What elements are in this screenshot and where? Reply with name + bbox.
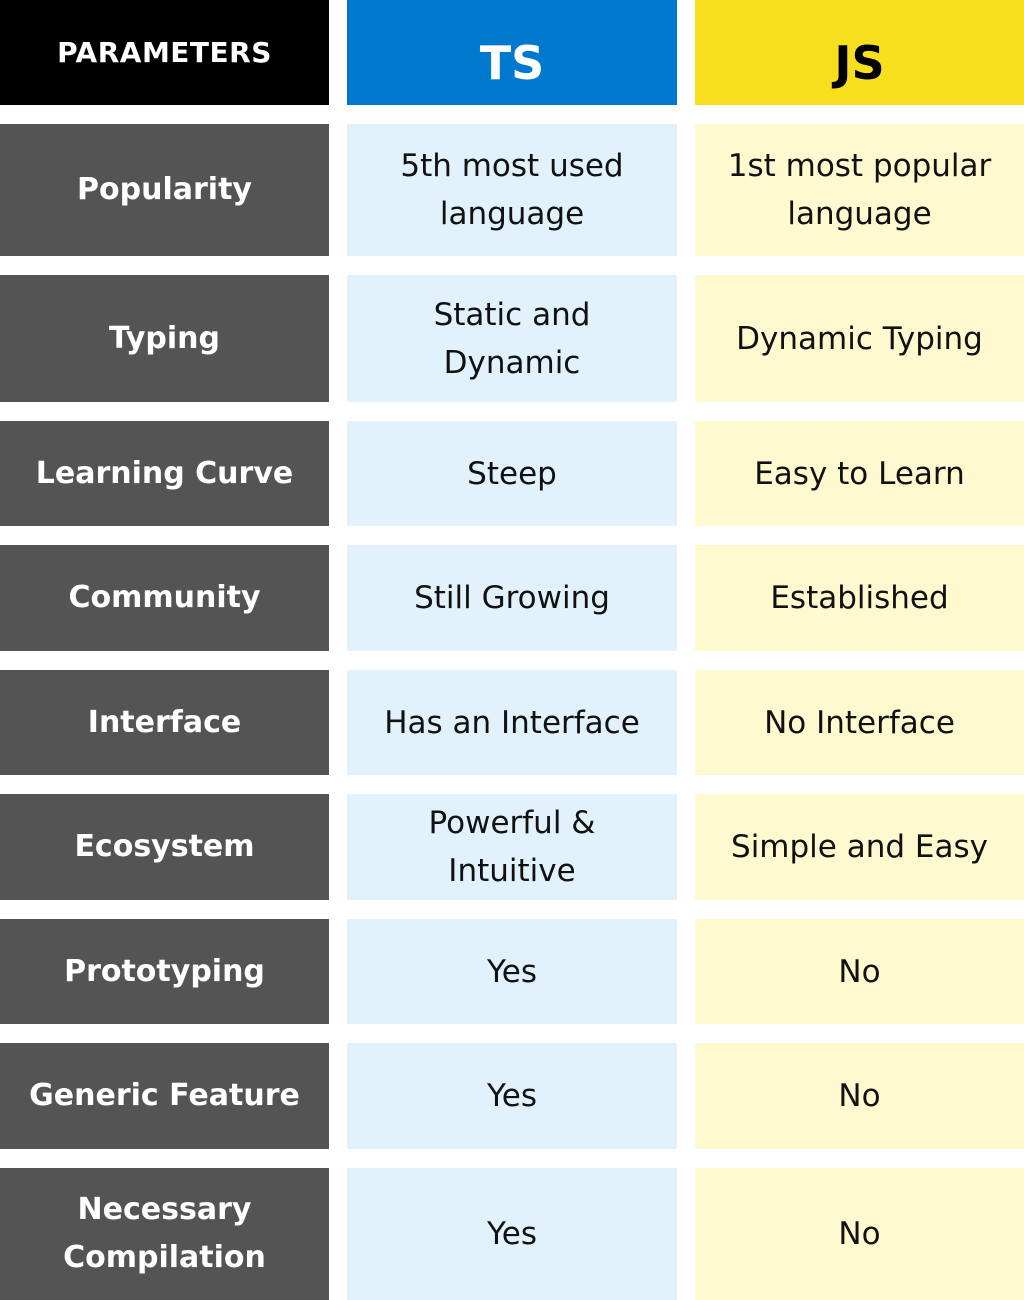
ts-cell: Steep bbox=[347, 421, 677, 526]
ts-cell: Still Growing bbox=[347, 545, 677, 651]
ts-cell: Yes bbox=[347, 1168, 677, 1300]
parameter-cell: Community bbox=[0, 545, 329, 651]
js-cell: Easy to Learn bbox=[695, 421, 1024, 526]
parameter-cell: Prototyping bbox=[0, 919, 329, 1024]
js-cell: Dynamic Typing bbox=[695, 275, 1024, 402]
js-cell: 1st most popular language bbox=[695, 124, 1024, 256]
parameter-cell: Necessary Compilation bbox=[0, 1168, 329, 1300]
header-parameters: PARAMETERS bbox=[0, 0, 329, 105]
js-cell: Established bbox=[695, 545, 1024, 651]
ts-cell: Static and Dynamic bbox=[347, 275, 677, 402]
js-cell: No bbox=[695, 1168, 1024, 1300]
parameter-cell: Learning Curve bbox=[0, 421, 329, 526]
header-js: JS bbox=[695, 0, 1024, 105]
js-cell: No bbox=[695, 1043, 1024, 1149]
ts-cell: Yes bbox=[347, 919, 677, 1024]
parameter-cell: Ecosystem bbox=[0, 794, 329, 900]
ts-cell: Powerful & Intuitive bbox=[347, 794, 677, 900]
header-ts: TS bbox=[347, 0, 677, 105]
parameter-cell: Popularity bbox=[0, 124, 329, 256]
parameter-cell: Typing bbox=[0, 275, 329, 402]
parameter-cell: Interface bbox=[0, 670, 329, 775]
parameter-cell: Generic Feature bbox=[0, 1043, 329, 1149]
js-cell: Simple and Easy bbox=[695, 794, 1024, 900]
js-cell: No Interface bbox=[695, 670, 1024, 775]
ts-cell: 5th most used language bbox=[347, 124, 677, 256]
js-cell: No bbox=[695, 919, 1024, 1024]
ts-cell: Yes bbox=[347, 1043, 677, 1149]
ts-cell: Has an Interface bbox=[347, 670, 677, 775]
